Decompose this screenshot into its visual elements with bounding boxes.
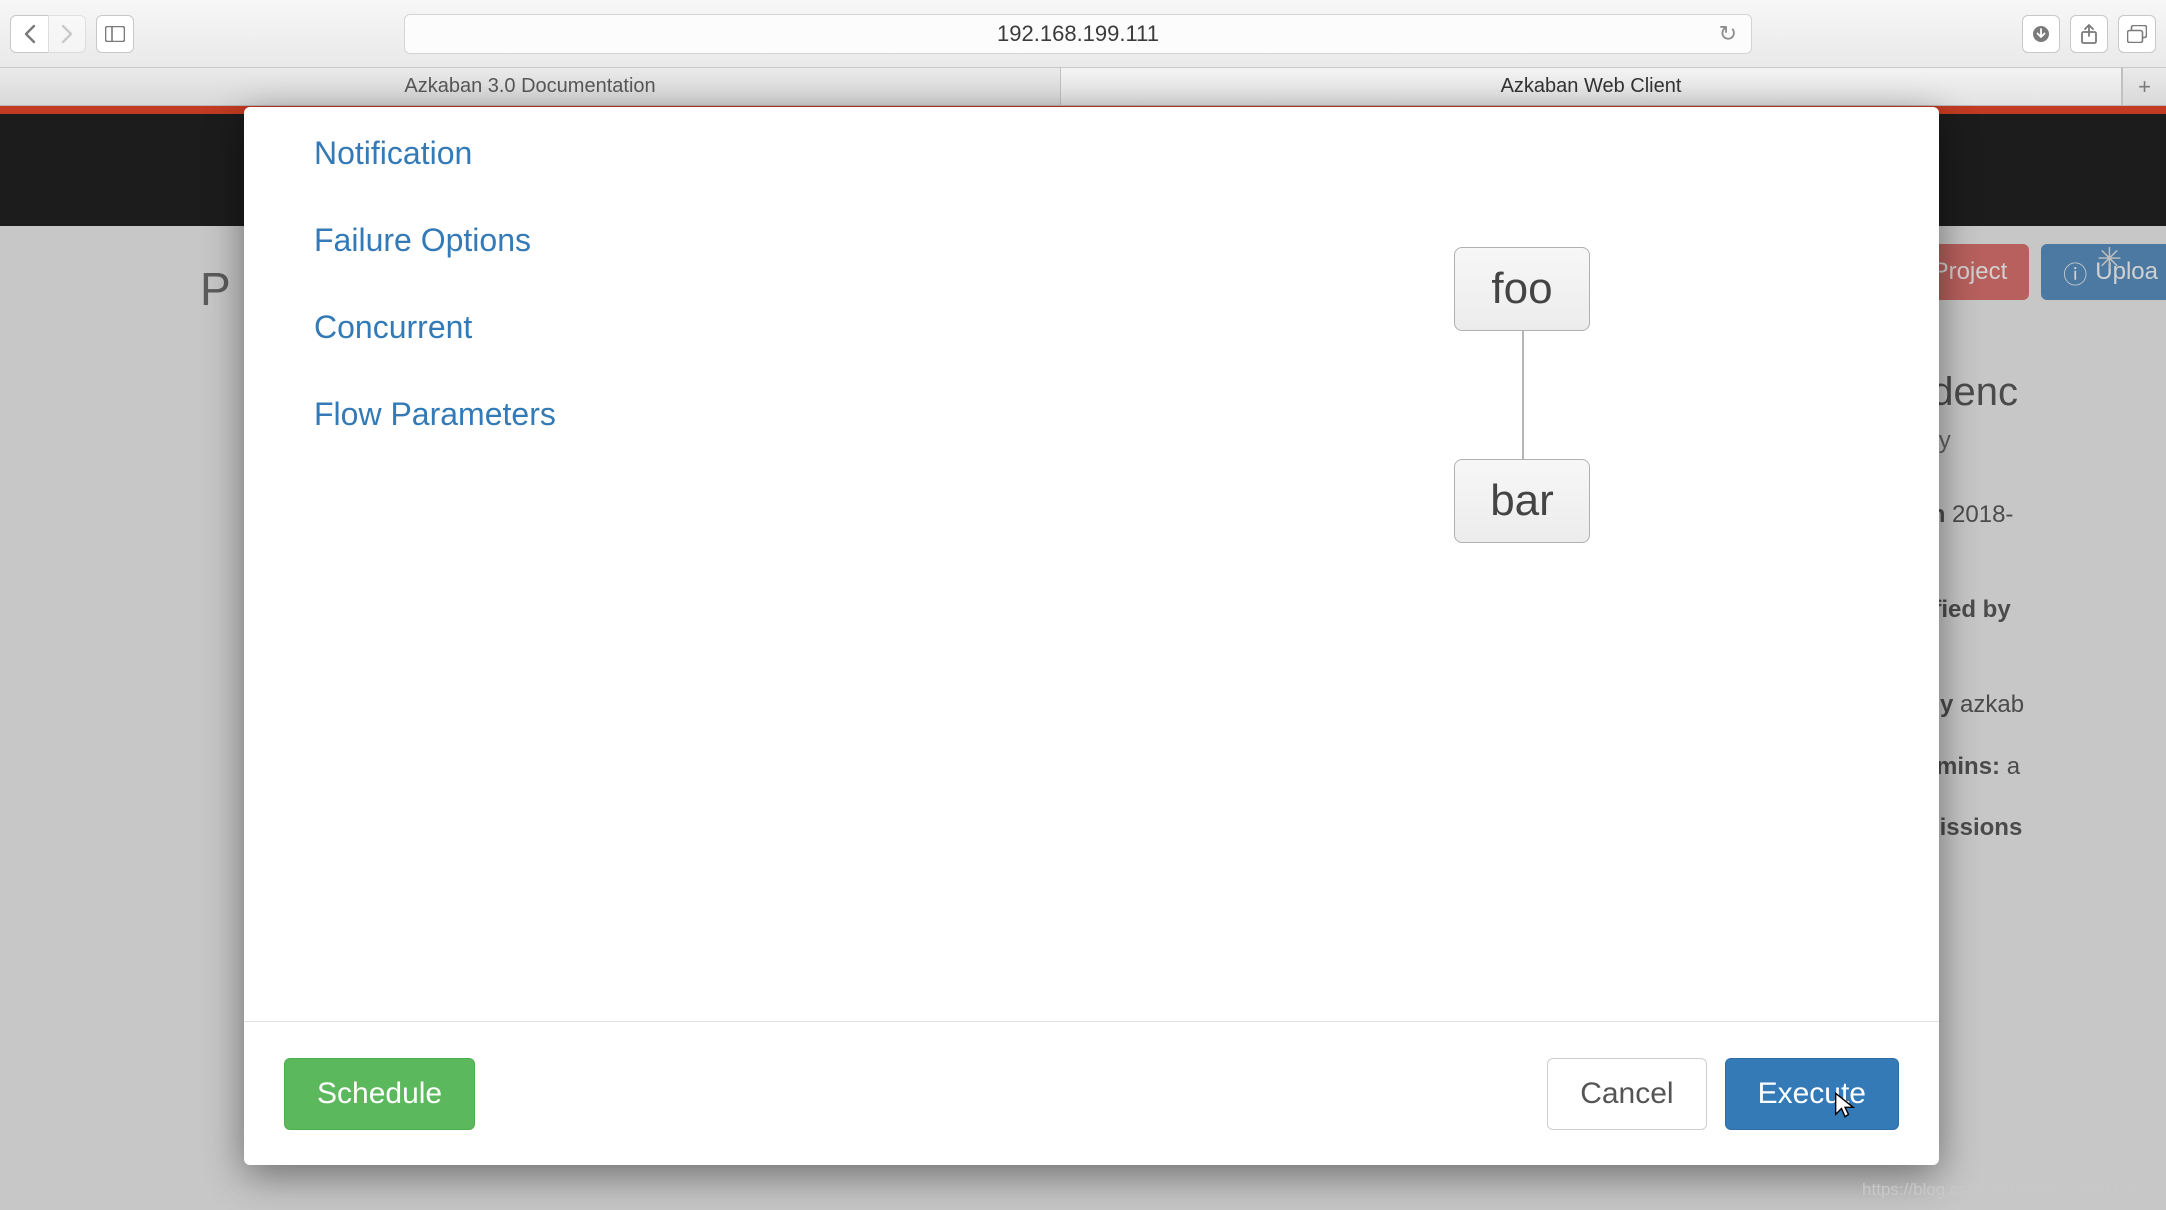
flow-node-bar[interactable]: bar [1454, 459, 1590, 543]
share-button[interactable] [2070, 15, 2108, 53]
cancel-button[interactable]: Cancel [1547, 1058, 1706, 1130]
dialog-footer: Schedule Cancel Execute [244, 1021, 1939, 1165]
watermark-text: https://blog.csdn.net/weixin_38611497 [1862, 1180, 2150, 1200]
nav-flow-parameters[interactable]: Flow Parameters [314, 396, 674, 433]
downloads-button[interactable] [2022, 15, 2060, 53]
nav-notification[interactable]: Notification [314, 135, 674, 172]
flow-node-foo[interactable]: foo [1454, 247, 1590, 331]
reload-icon[interactable]: ↻ [1719, 21, 1737, 47]
flow-graph[interactable]: foo bar [674, 135, 1895, 1021]
address-text: 192.168.199.111 [997, 21, 1159, 47]
tab-label: Azkaban Web Client [1501, 75, 1682, 98]
tab-label: Azkaban 3.0 Documentation [404, 75, 655, 98]
watermark-icon: ✳ [2097, 242, 2122, 277]
browser-tab-1[interactable]: Azkaban Web Client [1061, 68, 2122, 105]
back-button[interactable] [10, 15, 48, 53]
execute-button[interactable]: Execute [1725, 1058, 1899, 1130]
new-tab-button[interactable]: + [2122, 68, 2166, 105]
dialog-body: Notification Failure Options Concurrent … [244, 107, 1939, 1021]
address-bar[interactable]: 192.168.199.111 ↻ [404, 14, 1752, 54]
button-label: Execute [1758, 1077, 1866, 1111]
nav-back-forward [10, 15, 86, 53]
browser-tabstrip: Azkaban 3.0 Documentation Azkaban Web Cl… [0, 68, 2166, 106]
forward-button[interactable] [48, 15, 86, 53]
dialog-sidenav: Notification Failure Options Concurrent … [314, 135, 674, 1021]
button-label: Cancel [1580, 1077, 1673, 1111]
execute-flow-dialog: Notification Failure Options Concurrent … [244, 107, 1939, 1165]
tabs-button[interactable] [2118, 15, 2156, 53]
nav-concurrent[interactable]: Concurrent [314, 309, 674, 346]
sidebar-toggle-button[interactable] [96, 15, 134, 53]
nav-failure-options[interactable]: Failure Options [314, 222, 674, 259]
schedule-button[interactable]: Schedule [284, 1058, 475, 1130]
node-label: bar [1490, 476, 1554, 526]
flow-edge [1522, 331, 1524, 461]
browser-tab-0[interactable]: Azkaban 3.0 Documentation [0, 68, 1061, 105]
toolbar-right [2022, 15, 2156, 53]
button-label: Schedule [317, 1077, 442, 1111]
browser-toolbar: 192.168.199.111 ↻ [0, 0, 2166, 68]
node-label: foo [1491, 264, 1552, 314]
